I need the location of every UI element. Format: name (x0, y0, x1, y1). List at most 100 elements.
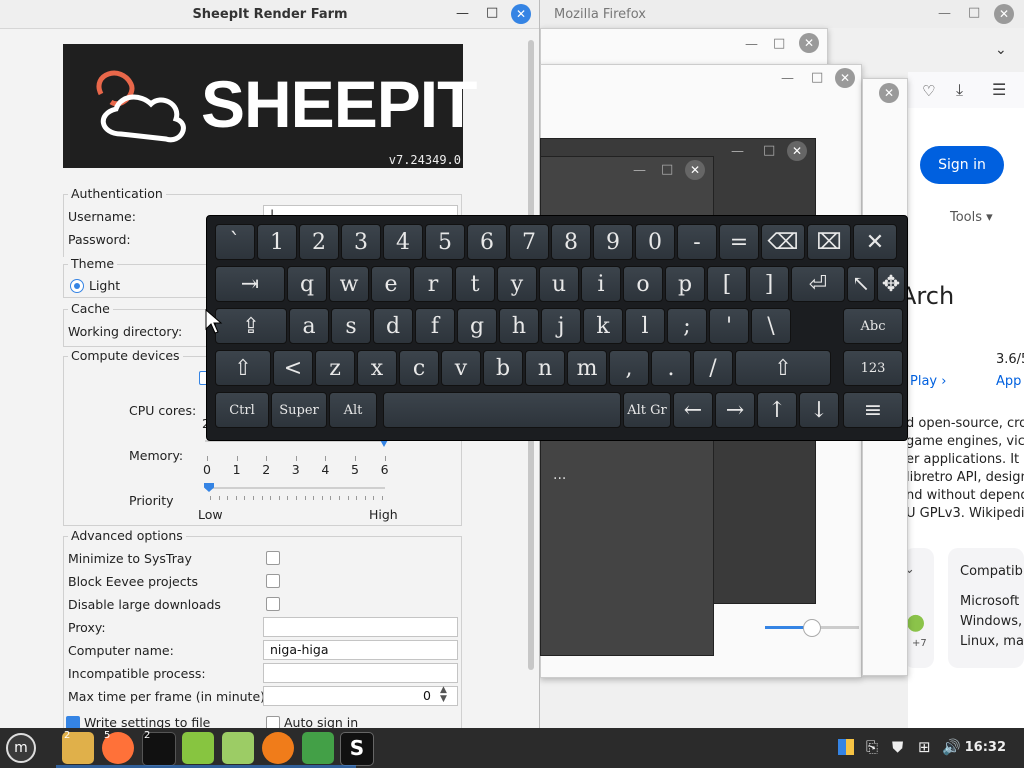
key-8-row3[interactable]: k (583, 308, 623, 344)
key-11-row3[interactable]: ' (709, 308, 749, 344)
light-radio[interactable] (70, 279, 84, 293)
spin-arrows-icon[interactable]: ▲ ▼ (440, 686, 447, 704)
maximize-icon[interactable]: □ (773, 36, 785, 51)
key-15-row1[interactable]: ✕ (853, 224, 897, 260)
network-icon[interactable]: ⊞ (918, 738, 931, 756)
key-6-row2[interactable]: y (497, 266, 537, 302)
key-5-row4[interactable]: v (441, 350, 481, 386)
key-0-row3[interactable]: ⇪ (215, 308, 287, 344)
pocket-icon[interactable]: ♡ (922, 82, 935, 100)
app-link[interactable]: App (996, 374, 1021, 389)
key-13-row1[interactable]: ⌫ (761, 224, 805, 260)
key-12-row4[interactable]: ⇧ (735, 350, 831, 386)
key-7-row2[interactable]: u (539, 266, 579, 302)
key-5-row2[interactable]: t (455, 266, 495, 302)
key-4-row4[interactable]: c (399, 350, 439, 386)
key-9-row1[interactable]: 9 (593, 224, 633, 260)
key-4-row2[interactable]: r (413, 266, 453, 302)
mintinstall-app-icon[interactable] (182, 732, 214, 764)
key-space[interactable] (383, 392, 621, 428)
key-7-row4[interactable]: n (525, 350, 565, 386)
play-link[interactable]: Play › (910, 374, 946, 389)
computer-name-input[interactable]: niga-higa (263, 640, 458, 660)
mint-menu-icon[interactable]: m (6, 733, 36, 763)
key-down[interactable]: ↓ (799, 392, 839, 428)
key-3-row4[interactable]: x (357, 350, 397, 386)
proxy-input[interactable] (263, 617, 458, 637)
key-5-row3[interactable]: g (457, 308, 497, 344)
key-10-row1[interactable]: 0 (635, 224, 675, 260)
key-12-row2[interactable]: ] (749, 266, 789, 302)
maximize-icon[interactable]: □ (486, 5, 498, 20)
key-11-row2[interactable]: [ (707, 266, 747, 302)
key-8-row4[interactable]: m (567, 350, 607, 386)
key-7-row1[interactable]: 7 (509, 224, 549, 260)
key-1-row2[interactable]: q (287, 266, 327, 302)
maximize-icon[interactable]: □ (968, 5, 980, 20)
key-0-row2[interactable]: ⇥ (215, 266, 285, 302)
key-3-row1[interactable]: 3 (341, 224, 381, 260)
key-2-row3[interactable]: s (331, 308, 371, 344)
key-9-row2[interactable]: o (623, 266, 663, 302)
key-9-row4[interactable]: , (609, 350, 649, 386)
key-6-row4[interactable]: b (483, 350, 523, 386)
key-alt[interactable]: Alt (329, 392, 377, 428)
key-1-row1[interactable]: 1 (257, 224, 297, 260)
chevron-down-icon[interactable]: ⌄ (995, 42, 1007, 58)
key-left[interactable]: ← (673, 392, 713, 428)
maximize-icon[interactable]: □ (661, 162, 673, 177)
close-icon[interactable]: ✕ (787, 141, 807, 161)
key-8-row2[interactable]: i (581, 266, 621, 302)
key-3-row2[interactable]: e (371, 266, 411, 302)
key-abc[interactable]: Abc (843, 308, 903, 344)
key-10-row4[interactable]: . (651, 350, 691, 386)
key-super[interactable]: Super (271, 392, 327, 428)
key-4-row1[interactable]: 4 (383, 224, 423, 260)
key-9-row3[interactable]: l (625, 308, 665, 344)
close-icon[interactable]: ✕ (835, 68, 855, 88)
calc-app-icon[interactable] (222, 732, 254, 764)
key-5-row1[interactable]: 5 (425, 224, 465, 260)
key-0-row4[interactable]: ⇧ (215, 350, 271, 386)
key-11-row1[interactable]: - (677, 224, 717, 260)
disable-large-checkbox[interactable] (266, 597, 280, 611)
key-0-row1[interactable]: ` (215, 224, 255, 260)
key-123[interactable]: 123 (843, 350, 903, 386)
download-icon[interactable]: ⤓ (956, 80, 963, 100)
key-2-row1[interactable]: 2 (299, 224, 339, 260)
incompatible-input[interactable] (263, 663, 458, 683)
key-menu[interactable]: ≡ (843, 392, 903, 428)
shield-tray-icon[interactable]: ⛊ (892, 738, 903, 756)
key-2-row4[interactable]: z (315, 350, 355, 386)
close-icon[interactable]: ✕ (879, 83, 899, 103)
key-8-row1[interactable]: 8 (551, 224, 591, 260)
key-6-row3[interactable]: h (499, 308, 539, 344)
sign-in-button[interactable]: Sign in (920, 146, 1004, 184)
close-icon[interactable]: ✕ (511, 4, 531, 24)
maximize-icon[interactable]: □ (763, 143, 775, 158)
key-right[interactable]: → (715, 392, 755, 428)
max-time-spinbox[interactable]: 0 (263, 686, 458, 706)
sheepit-app-icon[interactable]: S (340, 732, 374, 766)
maximize-icon[interactable]: □ (811, 70, 823, 85)
volume-icon[interactable]: 🔊 (942, 738, 961, 756)
priority-slider-track[interactable] (205, 487, 385, 489)
key-15-row2[interactable]: ✥ (877, 266, 905, 302)
key-14-row1[interactable]: ⌧ (807, 224, 851, 260)
key-12-row1[interactable]: = (719, 224, 759, 260)
key-14-row2[interactable]: ↖ (847, 266, 875, 302)
block-eevee-checkbox[interactable] (266, 574, 280, 588)
key-1-row4[interactable]: < (273, 350, 313, 386)
close-icon[interactable]: ✕ (685, 160, 705, 180)
minimize-icon[interactable]: — (731, 144, 744, 159)
key-1-row3[interactable]: a (289, 308, 329, 344)
volume-slider[interactable] (765, 613, 859, 643)
key-6-row1[interactable]: 6 (467, 224, 507, 260)
close-icon[interactable]: ✕ (994, 4, 1014, 24)
tools-menu[interactable]: Tools ▾ (950, 210, 993, 225)
key-ctrl[interactable]: Ctrl (215, 392, 269, 428)
key-10-row2[interactable]: p (665, 266, 705, 302)
minimize-icon[interactable]: — (633, 163, 646, 178)
blender-app-icon[interactable] (262, 732, 294, 764)
key-12-row3[interactable]: \ (751, 308, 791, 344)
